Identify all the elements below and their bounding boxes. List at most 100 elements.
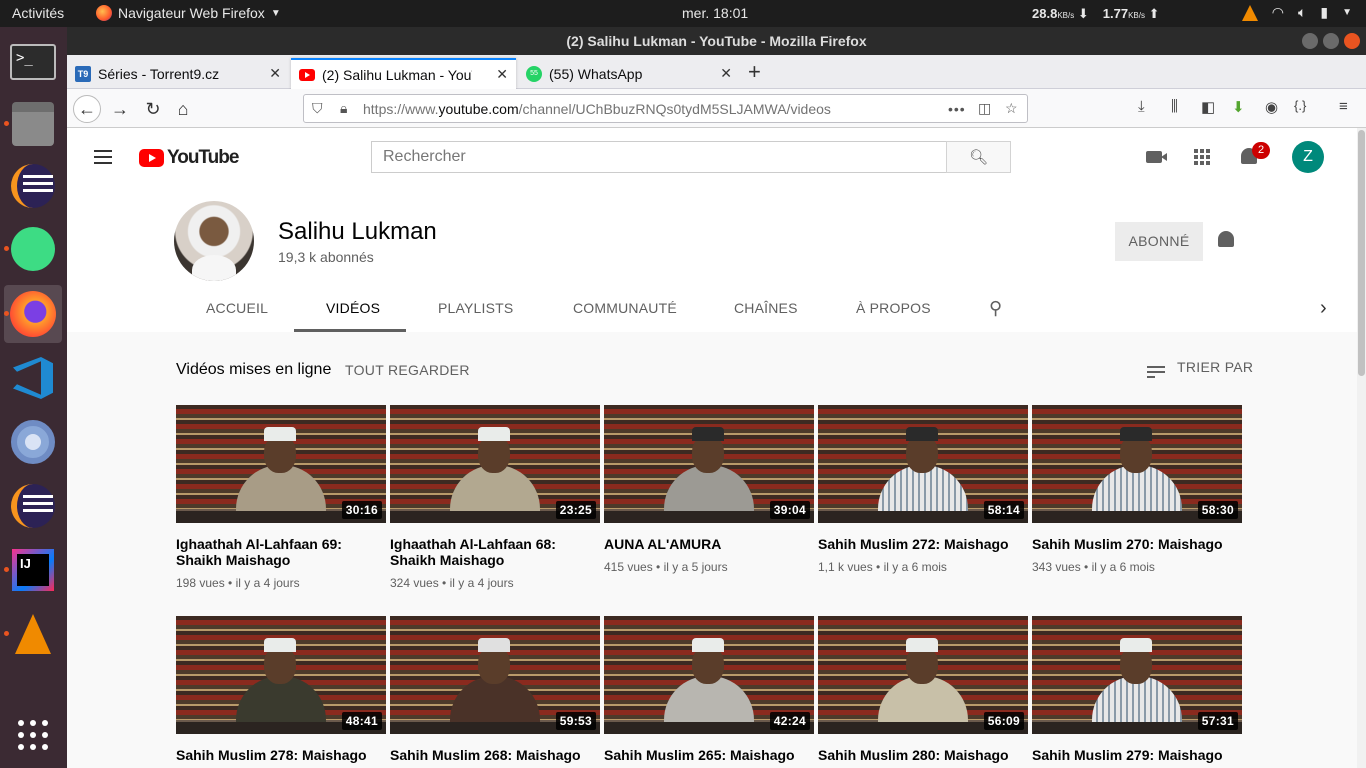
youtube-apps-icon[interactable] bbox=[1194, 149, 1210, 165]
video-title[interactable]: Sahih Muslim 280: Maishago bbox=[818, 747, 1028, 763]
video-thumbnail[interactable]: 48:41 bbox=[176, 616, 386, 734]
video-card[interactable]: 30:16 Ighaathah Al-Lahfaan 69: Shaikh Ma… bbox=[176, 405, 386, 590]
close-window-button[interactable] bbox=[1344, 33, 1360, 49]
tab-playlists[interactable]: PLAYLISTS bbox=[438, 300, 513, 316]
video-title[interactable]: Sahih Muslim 272: Maishago bbox=[818, 536, 1028, 552]
dock-vscode[interactable] bbox=[4, 349, 62, 407]
maximize-button[interactable] bbox=[1323, 33, 1339, 49]
tab-communaute[interactable]: COMMUNAUTÉ bbox=[573, 300, 677, 316]
account-avatar[interactable]: Z bbox=[1292, 141, 1324, 173]
video-title[interactable]: Ighaathah Al-Lahfaan 69: Shaikh Maishago bbox=[176, 536, 386, 568]
video-card[interactable]: 23:25 Ighaathah Al-Lahfaan 68: Shaikh Ma… bbox=[390, 405, 600, 590]
wifi-icon[interactable]: ◠ bbox=[1272, 4, 1284, 21]
video-title[interactable]: AUNA AL'AMURA bbox=[604, 536, 814, 552]
page-actions-icon[interactable]: ••• bbox=[948, 101, 966, 117]
dock-eclipse[interactable] bbox=[4, 157, 62, 215]
video-card[interactable]: 56:09 Sahih Muslim 280: Maishago bbox=[818, 616, 1028, 763]
subscribed-button[interactable]: ABONNÉ bbox=[1115, 222, 1203, 261]
dock-android-studio[interactable] bbox=[4, 220, 62, 278]
battery-icon[interactable]: ▮ bbox=[1320, 4, 1328, 21]
chevron-down-icon[interactable]: ▼ bbox=[1342, 7, 1352, 18]
video-title[interactable]: Sahih Muslim 268: Maishago bbox=[390, 747, 600, 763]
sort-button[interactable]: TRIER PAR bbox=[1147, 359, 1253, 378]
extension-download-icon[interactable]: ⬇ bbox=[1232, 98, 1245, 116]
home-button[interactable]: ⌂ bbox=[169, 95, 197, 123]
new-tab-button[interactable]: + bbox=[748, 61, 761, 83]
shield-icon[interactable]: ⛉ bbox=[312, 100, 323, 117]
video-title[interactable]: Sahih Muslim 270: Maishago bbox=[1032, 536, 1242, 552]
scrollbar-thumb[interactable] bbox=[1358, 130, 1365, 376]
video-card[interactable]: 58:30 Sahih Muslim 270: Maishago 343 vue… bbox=[1032, 405, 1242, 574]
channel-avatar[interactable] bbox=[174, 201, 254, 281]
dock-eclipse-2[interactable] bbox=[4, 477, 62, 535]
search-button[interactable]: 🔍︎ bbox=[946, 141, 1011, 173]
lock-icon[interactable]: 🔒︎ bbox=[340, 100, 347, 117]
dock-terminal[interactable]: >_ bbox=[4, 33, 62, 91]
chevron-right-icon[interactable]: › bbox=[1320, 297, 1327, 320]
account-icon[interactable]: ◉ bbox=[1265, 98, 1278, 116]
library-icon[interactable]: ⫼ bbox=[1171, 98, 1178, 115]
video-card[interactable]: 58:14 Sahih Muslim 272: Maishago 1,1 k v… bbox=[818, 405, 1028, 574]
video-thumbnail[interactable]: 58:14 bbox=[818, 405, 1028, 523]
dock-intellij[interactable]: IJ bbox=[4, 541, 62, 599]
minimize-button[interactable] bbox=[1302, 33, 1318, 49]
page-scrollbar[interactable] bbox=[1357, 128, 1366, 768]
app-menu[interactable]: Navigateur Web Firefox ▼ bbox=[96, 5, 281, 21]
youtube-logo[interactable]: YouTube bbox=[139, 147, 239, 169]
video-thumbnail[interactable]: 23:25 bbox=[390, 405, 600, 523]
create-video-icon[interactable] bbox=[1146, 151, 1167, 163]
video-card[interactable]: 42:24 Sahih Muslim 265: Maishago bbox=[604, 616, 814, 763]
pocket-icon[interactable]: ◫ bbox=[978, 100, 991, 117]
video-card[interactable]: 59:53 Sahih Muslim 268: Maishago bbox=[390, 616, 600, 763]
video-thumbnail[interactable]: 39:04 bbox=[604, 405, 814, 523]
tab-accueil[interactable]: ACCUEIL bbox=[206, 300, 268, 316]
clock[interactable]: mer. 18:01 bbox=[682, 5, 748, 21]
tab-whatsapp[interactable]: 55 (55) WhatsApp ✕ bbox=[518, 58, 740, 89]
url-bar[interactable]: ⛉ 🔒︎ https://www.youtube.com/channel/UCh… bbox=[303, 94, 1028, 123]
tab-torrent9[interactable]: T9 Séries - Torrent9.cz ✕ bbox=[67, 58, 289, 89]
bookmark-star-icon[interactable]: ☆ bbox=[1005, 100, 1018, 117]
video-thumbnail[interactable]: 58:30 bbox=[1032, 405, 1242, 523]
tab-a-propos[interactable]: À PROPOS bbox=[856, 300, 931, 316]
channel-search-icon[interactable]: ⚲ bbox=[989, 298, 1002, 319]
sidebar-icon[interactable]: ◧ bbox=[1201, 98, 1215, 116]
video-title[interactable]: Sahih Muslim 278: Maishago bbox=[176, 747, 386, 763]
tab-chaines[interactable]: CHAÎNES bbox=[734, 300, 798, 316]
video-card[interactable]: 39:04 AUNA AL'AMURA 415 vues • il y a 5 … bbox=[604, 405, 814, 574]
tab-youtube[interactable]: (2) Salihu Lukman - YouTube ✕ bbox=[291, 58, 516, 89]
search-input[interactable] bbox=[372, 142, 946, 172]
search-box[interactable] bbox=[371, 141, 947, 173]
volume-icon[interactable]: 🔈︎ bbox=[1298, 4, 1306, 21]
channel-notifications-bell-icon[interactable] bbox=[1218, 231, 1234, 247]
video-title[interactable]: Sahih Muslim 265: Maishago bbox=[604, 747, 814, 763]
json-viewer-icon[interactable]: {.} bbox=[1294, 98, 1306, 113]
close-tab-icon[interactable]: ✕ bbox=[269, 65, 281, 82]
menu-hamburger-icon[interactable]: ≡ bbox=[1339, 98, 1348, 115]
dock-firefox[interactable] bbox=[4, 285, 62, 343]
vlc-tray-icon[interactable] bbox=[1241, 4, 1258, 21]
back-button[interactable]: ← bbox=[73, 95, 101, 123]
video-thumbnail[interactable]: 42:24 bbox=[604, 616, 814, 734]
dock-chromium[interactable] bbox=[4, 413, 62, 471]
video-thumbnail[interactable]: 56:09 bbox=[818, 616, 1028, 734]
network-speed-indicator[interactable]: 28.8KB/s ⬇ 1.77KB/s ⬆ bbox=[1032, 6, 1160, 22]
video-thumbnail[interactable]: 30:16 bbox=[176, 405, 386, 523]
reload-button[interactable]: ↻ bbox=[139, 95, 167, 123]
close-tab-icon[interactable]: ✕ bbox=[496, 66, 508, 83]
close-tab-icon[interactable]: ✕ bbox=[720, 65, 732, 82]
dock-vlc[interactable] bbox=[4, 605, 62, 663]
dock-files[interactable] bbox=[4, 95, 62, 153]
show-applications-button[interactable] bbox=[4, 706, 62, 764]
video-title[interactable]: Ighaathah Al-Lahfaan 68: Shaikh Maishago bbox=[390, 536, 600, 568]
view-all-button[interactable]: TOUT REGARDER bbox=[345, 362, 470, 378]
tab-videos[interactable]: VIDÉOS bbox=[326, 300, 380, 316]
url-text[interactable]: https://www.youtube.com/channel/UChBbuzR… bbox=[363, 101, 831, 117]
video-thumbnail[interactable]: 57:31 bbox=[1032, 616, 1242, 734]
forward-button[interactable]: → bbox=[106, 95, 134, 123]
video-thumbnail[interactable]: 59:53 bbox=[390, 616, 600, 734]
downloads-icon[interactable]: ⤓ bbox=[1138, 98, 1145, 115]
video-title[interactable]: Sahih Muslim 279: Maishago bbox=[1032, 747, 1242, 763]
video-card[interactable]: 57:31 Sahih Muslim 279: Maishago bbox=[1032, 616, 1242, 763]
activities-button[interactable]: Activités bbox=[12, 5, 64, 21]
video-card[interactable]: 48:41 Sahih Muslim 278: Maishago bbox=[176, 616, 386, 763]
